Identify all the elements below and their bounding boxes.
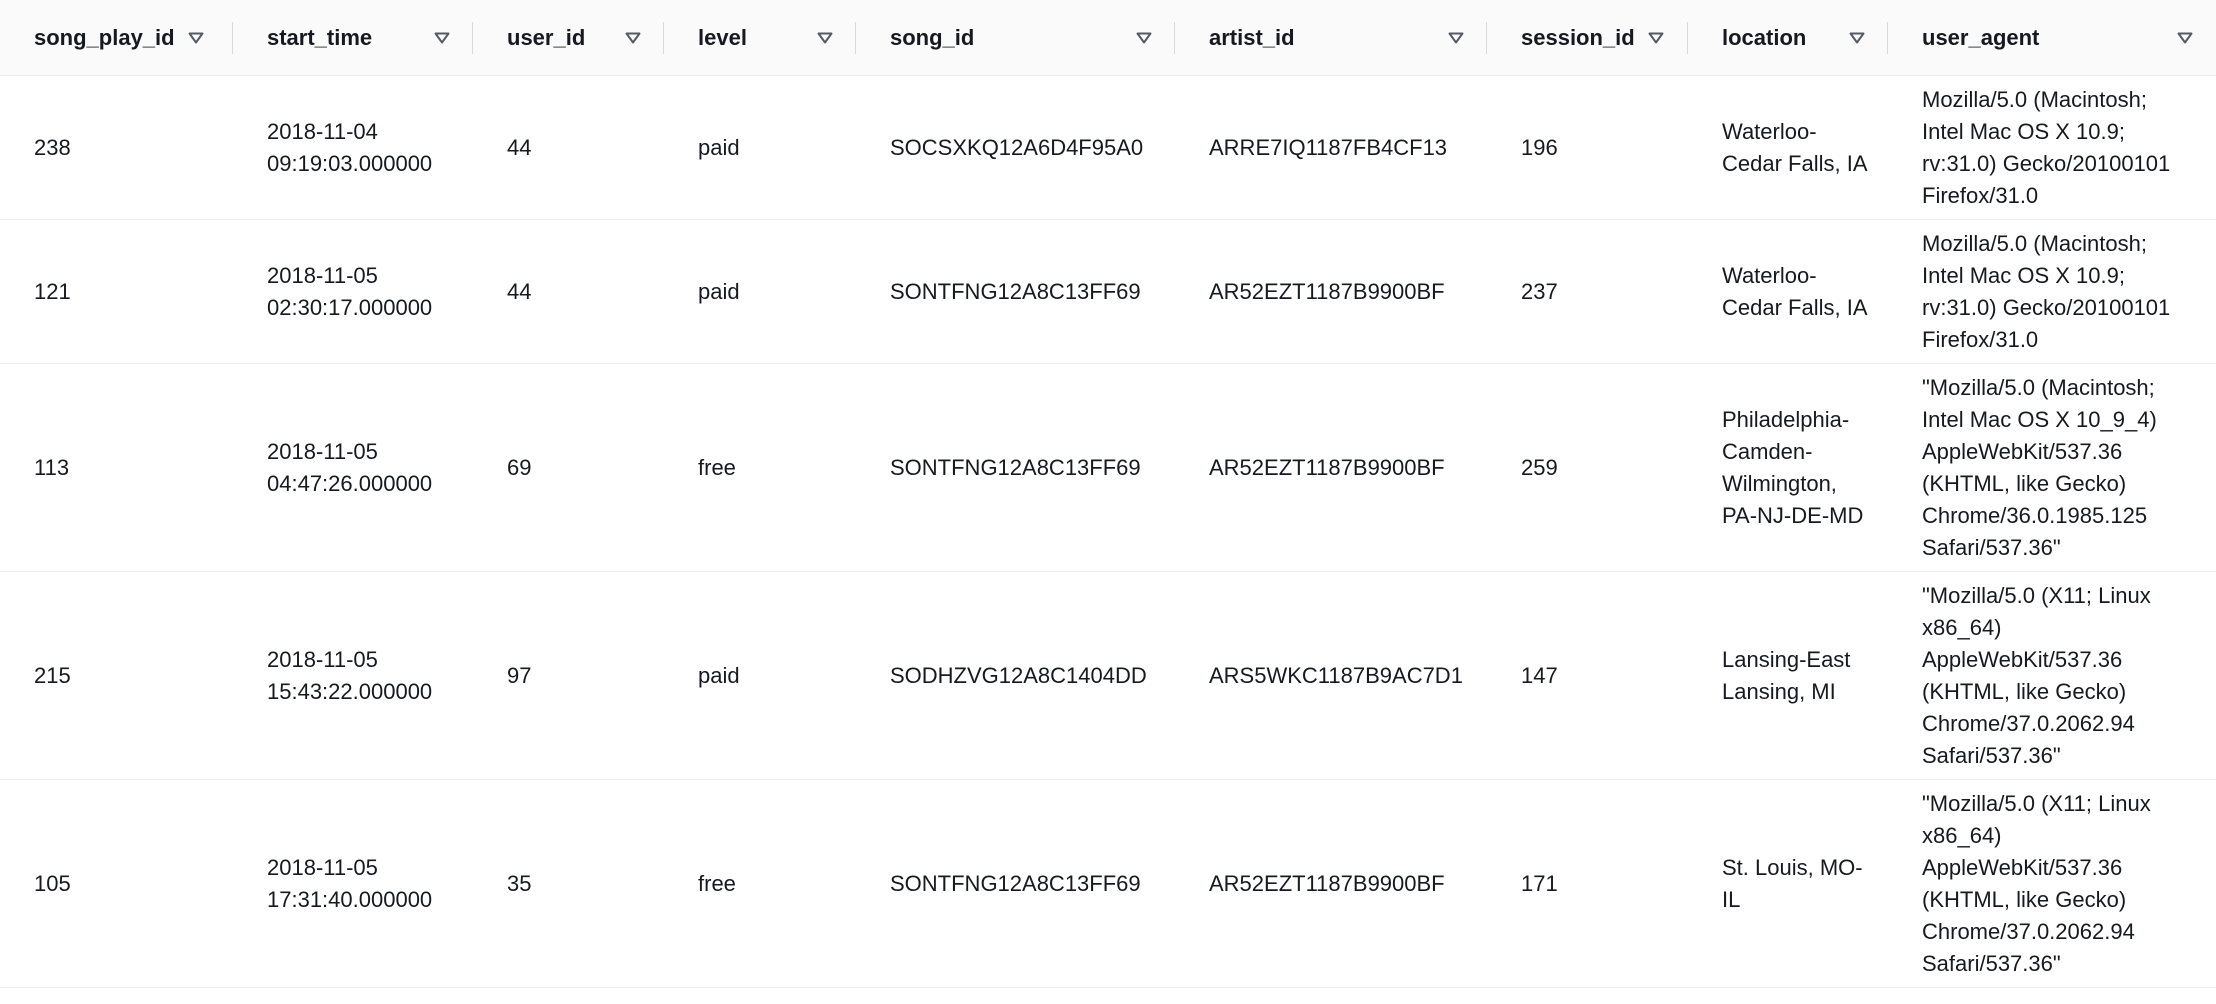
cell-user_agent: "Mozilla/5.0 (X11; Linux x86_64) AppleWe… — [1888, 780, 2216, 988]
cell-song_play_id: 121 — [0, 220, 233, 364]
cell-level: free — [664, 364, 856, 572]
column-header-start_time[interactable]: start_time — [233, 0, 473, 76]
column-header-song_id[interactable]: song_id — [856, 0, 1175, 76]
cell-start_time: 2018-11-05 04:47:26.000000 — [233, 364, 473, 572]
cell-start_time: 2018-11-04 09:19:03.000000 — [233, 76, 473, 220]
sort-icon[interactable] — [624, 31, 642, 45]
sort-icon[interactable] — [1135, 31, 1153, 45]
column-header-label: start_time — [267, 24, 373, 50]
cell-session_id: 147 — [1487, 572, 1688, 780]
column-header-level[interactable]: level — [664, 0, 856, 76]
cell-artist_id: AR52EZT1187B9900BF — [1175, 364, 1487, 572]
cell-location: Waterloo-Cedar Falls, IA — [1688, 76, 1888, 220]
cell-song_id: SODHZVG12A8C1404DD — [856, 572, 1175, 780]
column-header-session_id[interactable]: session_id — [1487, 0, 1688, 76]
cell-session_id: 171 — [1487, 780, 1688, 988]
cell-location: St. Louis, MO-IL — [1688, 780, 1888, 988]
column-header-label: song_id — [890, 24, 975, 50]
cell-location: Philadelphia-Camden-Wilmington, PA-NJ-DE… — [1688, 364, 1888, 572]
cell-song_id: SONTFNG12A8C13FF69 — [856, 364, 1175, 572]
results-table: song_play_id start_time user_id level so… — [0, 0, 2216, 988]
cell-song_play_id: 238 — [0, 76, 233, 220]
column-header-user_agent[interactable]: user_agent — [1888, 0, 2216, 76]
cell-user_id: 69 — [473, 364, 664, 572]
cell-level: paid — [664, 220, 856, 364]
column-header-user_id[interactable]: user_id — [473, 0, 664, 76]
cell-user_id: 44 — [473, 76, 664, 220]
cell-level: free — [664, 780, 856, 988]
column-header-label: artist_id — [1209, 24, 1295, 50]
column-header-artist_id[interactable]: artist_id — [1175, 0, 1487, 76]
cell-start_time: 2018-11-05 02:30:17.000000 — [233, 220, 473, 364]
cell-location: Lansing-East Lansing, MI — [1688, 572, 1888, 780]
cell-user_agent: Mozilla/5.0 (Macintosh; Intel Mac OS X 1… — [1888, 220, 2216, 364]
cell-artist_id: ARS5WKC1187B9AC7D1 — [1175, 572, 1487, 780]
column-header-label: location — [1722, 24, 1807, 50]
cell-song_play_id: 215 — [0, 572, 233, 780]
cell-session_id: 237 — [1487, 220, 1688, 364]
column-header-label: song_play_id — [34, 24, 175, 50]
cell-song_id: SOCSXKQ12A6D4F95A0 — [856, 76, 1175, 220]
column-header-label: level — [698, 24, 747, 50]
sort-icon[interactable] — [816, 31, 834, 45]
cell-artist_id: AR52EZT1187B9900BF — [1175, 780, 1487, 988]
column-header-label: user_agent — [1922, 24, 2040, 50]
sort-icon[interactable] — [1647, 31, 1665, 45]
cell-user_agent: "Mozilla/5.0 (X11; Linux x86_64) AppleWe… — [1888, 572, 2216, 780]
sort-icon[interactable] — [1447, 31, 1465, 45]
cell-user_id: 35 — [473, 780, 664, 988]
cell-artist_id: AR52EZT1187B9900BF — [1175, 220, 1487, 364]
cell-song_id: SONTFNG12A8C13FF69 — [856, 780, 1175, 988]
cell-user_agent: Mozilla/5.0 (Macintosh; Intel Mac OS X 1… — [1888, 76, 2216, 220]
sort-icon[interactable] — [2176, 31, 2194, 45]
sort-icon[interactable] — [1848, 31, 1866, 45]
cell-session_id: 259 — [1487, 364, 1688, 572]
cell-song_play_id: 113 — [0, 364, 233, 572]
cell-level: paid — [664, 572, 856, 780]
cell-user_id: 97 — [473, 572, 664, 780]
cell-user_id: 44 — [473, 220, 664, 364]
cell-artist_id: ARRE7IQ1187FB4CF13 — [1175, 76, 1487, 220]
column-header-song_play_id[interactable]: song_play_id — [0, 0, 233, 76]
cell-song_id: SONTFNG12A8C13FF69 — [856, 220, 1175, 364]
column-header-label: user_id — [507, 24, 586, 50]
sort-icon[interactable] — [433, 31, 451, 45]
cell-location: Waterloo-Cedar Falls, IA — [1688, 220, 1888, 364]
cell-song_play_id: 105 — [0, 780, 233, 988]
column-header-location[interactable]: location — [1688, 0, 1888, 76]
cell-start_time: 2018-11-05 17:31:40.000000 — [233, 780, 473, 988]
cell-user_agent: "Mozilla/5.0 (Macintosh; Intel Mac OS X … — [1888, 364, 2216, 572]
sort-icon[interactable] — [187, 31, 205, 45]
cell-level: paid — [664, 76, 856, 220]
cell-start_time: 2018-11-05 15:43:22.000000 — [233, 572, 473, 780]
column-header-label: session_id — [1521, 24, 1635, 50]
cell-session_id: 196 — [1487, 76, 1688, 220]
